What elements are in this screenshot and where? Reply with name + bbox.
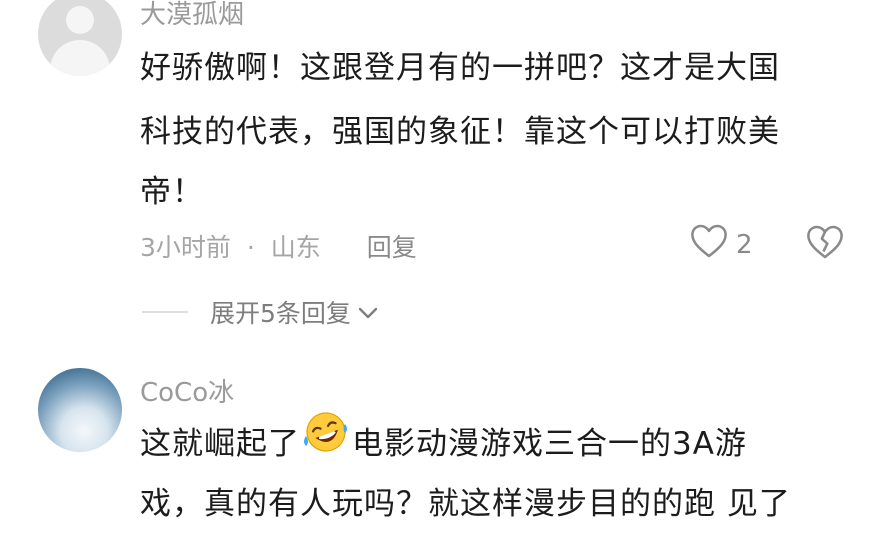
heart-icon	[690, 223, 728, 266]
comment-text-line-3: 帝！	[140, 174, 204, 210]
comment-meta: 3小时前 · 山东 回复	[140, 228, 417, 264]
location: 山东	[270, 233, 321, 262]
like-count: 2	[736, 229, 753, 260]
dislike-button[interactable]	[806, 224, 844, 264]
username[interactable]: CoCo冰	[140, 372, 234, 409]
expand-replies-button[interactable]: 展开5条回复	[142, 294, 379, 330]
comment-text-segment: 电影动漫游戏三合一的3A游	[352, 426, 747, 462]
username[interactable]: 大漠孤烟	[140, 0, 244, 31]
meta-separator: ·	[246, 233, 255, 262]
broken-heart-icon	[806, 225, 844, 264]
like-button[interactable]: 2	[690, 223, 753, 266]
expand-replies-label: 展开5条回复	[210, 299, 351, 328]
comment-text-line-1: 这就崛起了 电影动漫游戏三合一的3A游	[140, 411, 747, 474]
laughing-emoji-icon	[300, 410, 352, 474]
comment-text-line-2: 戏，真的有人玩吗？就这样漫步目的的跑 见了	[140, 486, 791, 522]
avatar[interactable]	[38, 0, 122, 76]
divider-line	[142, 311, 188, 313]
comment-text-segment: 这就崛起了	[140, 426, 300, 462]
comment-text-line-2: 科技的代表，强国的象征！靠这个可以打败美	[140, 114, 780, 150]
avatar[interactable]	[38, 368, 122, 452]
comment-text-line-1: 好骄傲啊！这跟登月有的一拼吧？这才是大国	[140, 50, 780, 86]
timestamp: 3小时前	[140, 233, 231, 262]
reply-button[interactable]: 回复	[367, 233, 417, 262]
chevron-down-icon	[357, 298, 379, 327]
